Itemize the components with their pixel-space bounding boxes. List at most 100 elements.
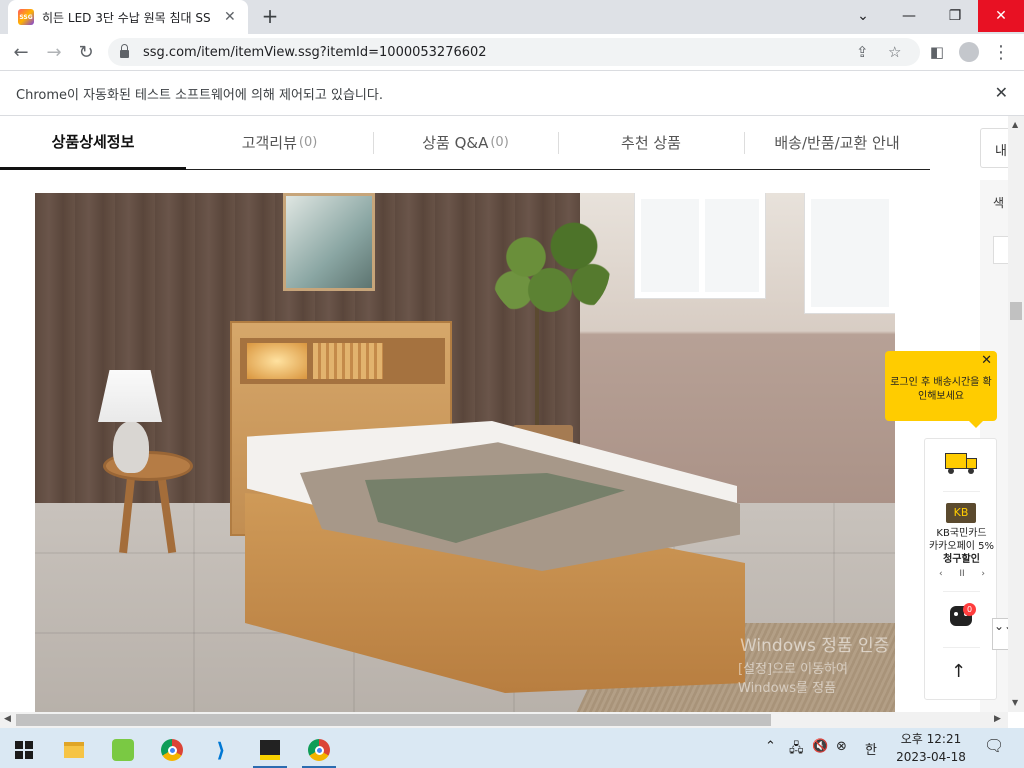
- vscode-icon[interactable]: ⟩: [201, 732, 241, 768]
- pager-prev-icon[interactable]: ‹: [939, 569, 943, 579]
- wall-poster: [283, 193, 375, 291]
- tooltip-text: 로그인 후 배송시간을 확인해보세요: [890, 377, 992, 402]
- tab-label: 상품상세정보: [51, 133, 135, 151]
- side-panel-icon[interactable]: ◧: [924, 39, 950, 65]
- floating-quick-menu: KB KB국민카드 카카오페이 5% 청구할인 ‹ II › 0 ↑: [924, 438, 997, 700]
- scroll-top-icon[interactable]: ↑: [951, 661, 966, 682]
- tab-count: (0): [490, 135, 509, 150]
- delivery-truck-icon[interactable]: [945, 451, 979, 474]
- horizontal-scrollbar[interactable]: ◀ ▶: [0, 712, 1008, 728]
- infobar-close-icon[interactable]: ✕: [995, 83, 1008, 102]
- notes-app-icon[interactable]: [250, 732, 290, 768]
- page-content: 상품상세정보 고객리뷰 (0) 상품 Q&A (0) 추천 상품 배송/반품/교…: [0, 116, 1008, 712]
- tab-divider: [558, 132, 559, 154]
- pager-next-icon[interactable]: ›: [981, 569, 985, 579]
- window: [805, 193, 895, 313]
- pager-pause-icon[interactable]: II: [959, 569, 964, 579]
- browser-toolbar: ← → ↻ ssg.com/item/itemView.ssg?itemId=1…: [0, 34, 1024, 70]
- tab-product-qna[interactable]: 상품 Q&A (0): [373, 116, 558, 169]
- tab-label: 상품 Q&A: [422, 134, 489, 152]
- new-tab-button[interactable]: +: [258, 6, 282, 28]
- tab-label: 고객리뷰: [241, 134, 297, 152]
- tab-recommended[interactable]: 추천 상품: [558, 116, 744, 169]
- windows-activation-subtitle: [설정]으로 이동하여 Windows를 정품: [738, 662, 848, 696]
- horizontal-scroll-thumb[interactable]: [16, 714, 771, 726]
- card-promo-line: KB국민카드: [936, 528, 987, 539]
- tray-expand-icon[interactable]: ⌃: [765, 739, 776, 754]
- forward-button[interactable]: →: [41, 39, 67, 65]
- delivery-time-tooltip: ✕ 로그인 후 배송시간을 확인해보세요: [885, 351, 997, 428]
- clock-time: 오후 12:21: [900, 732, 962, 746]
- scroll-up-arrow-icon[interactable]: ▲: [1012, 120, 1018, 129]
- reload-button[interactable]: ↻: [73, 39, 99, 65]
- divider: [943, 591, 980, 592]
- divider: [943, 647, 980, 648]
- restore-button[interactable]: ❐: [932, 0, 978, 32]
- profile-avatar-icon[interactable]: [956, 39, 982, 65]
- volume-muted-icon[interactable]: 🔇: [812, 739, 828, 754]
- windows-taskbar: ⟩ ⌃ 🖧 🔇 ⊗ 한 오후 12:21 2023-04-18 🗨: [0, 728, 1024, 768]
- tab-label: 추천 상품: [621, 134, 681, 152]
- tooltip-close-icon[interactable]: ✕: [981, 353, 992, 368]
- divider: [943, 491, 980, 492]
- plant-leaves: [490, 213, 610, 323]
- product-detail-image: Windows 정품 인증 [설정]으로 이동하여 Windows를 정품: [35, 193, 895, 712]
- bookmark-star-icon[interactable]: ☆: [888, 43, 901, 61]
- windows-start-icon[interactable]: [4, 732, 44, 768]
- share-icon[interactable]: ⇪: [856, 43, 869, 61]
- ime-indicator[interactable]: 한: [865, 739, 877, 758]
- chat-badge: 0: [963, 603, 976, 616]
- file-explorer-icon[interactable]: [54, 732, 94, 768]
- lamp-base: [113, 421, 149, 473]
- tab-divider: [744, 132, 745, 154]
- infobar-message: Chrome이 자동화된 테스트 소프트웨어에 의해 제어되고 있습니다.: [16, 87, 383, 103]
- vertical-scroll-thumb[interactable]: [1010, 302, 1022, 320]
- promo-pager: ‹ II ›: [939, 569, 985, 579]
- minimize-button[interactable]: —: [886, 0, 932, 32]
- tab-title: 히든 LED 3단 수납 원목 침대 SS: [42, 10, 211, 25]
- tab-divider: [373, 132, 374, 154]
- taskbar-clock[interactable]: 오후 12:21 2023-04-18: [893, 730, 969, 766]
- window: [635, 193, 765, 298]
- tab-search-chevron-icon[interactable]: ⌄: [840, 0, 886, 32]
- scroll-left-arrow-icon[interactable]: ◀: [4, 714, 11, 724]
- ssg-favicon-icon: SSG: [18, 9, 34, 25]
- network-icon[interactable]: 🖧: [789, 739, 804, 761]
- lock-icon: [120, 44, 129, 58]
- card-promo-line: 카카오페이 5%: [928, 541, 995, 552]
- side-option-button[interactable]: 내: [980, 128, 1008, 168]
- windows-activation-title: Windows 정품 인증: [740, 636, 890, 656]
- scroll-down-arrow-icon[interactable]: ▼: [1012, 698, 1018, 707]
- tab-product-detail[interactable]: 상품상세정보: [0, 116, 186, 170]
- map-app-icon[interactable]: [103, 732, 143, 768]
- back-button[interactable]: ←: [8, 39, 34, 65]
- tab-shipping-info[interactable]: 배송/반품/교환 안내: [744, 116, 930, 169]
- clock-date: 2023-04-18: [896, 750, 966, 764]
- kb-card-logo-icon[interactable]: KB: [946, 503, 976, 523]
- card-promo-text[interactable]: KB국민카드 카카오페이 5% 청구할인: [925, 527, 998, 566]
- tab-count: (0): [298, 135, 318, 150]
- headboard-slats: [313, 343, 383, 379]
- scroll-right-arrow-icon[interactable]: ▶: [994, 714, 1001, 724]
- side-option-select[interactable]: [993, 236, 1008, 264]
- led-light: [247, 343, 307, 379]
- product-tabs: 상품상세정보 고객리뷰 (0) 상품 Q&A (0) 추천 상품 배송/반품/교…: [0, 116, 930, 170]
- notification-icon[interactable]: 🗨: [984, 736, 1004, 755]
- vertical-scrollbar[interactable]: ▲ ▼: [1008, 116, 1024, 712]
- tab-strip: SSG 히든 LED 3단 수납 원목 침대 SS ✕ + ⌄ — ❐ ✕: [0, 0, 1024, 34]
- browser-tab[interactable]: SSG 히든 LED 3단 수납 원목 침대 SS ✕: [8, 0, 248, 34]
- browser-menu-icon[interactable]: ⋮: [988, 39, 1014, 65]
- address-bar[interactable]: ssg.com/item/itemView.ssg?itemId=1000053…: [108, 38, 920, 66]
- window-close-button[interactable]: ✕: [978, 0, 1024, 32]
- chrome-icon[interactable]: [152, 732, 192, 768]
- status-icon[interactable]: ⊗: [836, 739, 847, 754]
- automation-infobar: Chrome이 자동화된 테스트 소프트웨어에 의해 제어되고 있습니다. ✕: [0, 70, 1024, 116]
- card-promo-line: 청구할인: [943, 554, 980, 565]
- tab-close-icon[interactable]: ✕: [224, 9, 236, 25]
- side-option-label: 색: [993, 196, 1005, 210]
- url-text: ssg.com/item/itemView.ssg?itemId=1000053…: [143, 44, 487, 60]
- collapse-chevron-button[interactable]: ⌄⌄: [992, 618, 1008, 650]
- tab-customer-review[interactable]: 고객리뷰 (0): [186, 116, 373, 169]
- chrome-active-icon[interactable]: [299, 732, 339, 768]
- tab-label: 배송/반품/교환 안내: [774, 134, 900, 152]
